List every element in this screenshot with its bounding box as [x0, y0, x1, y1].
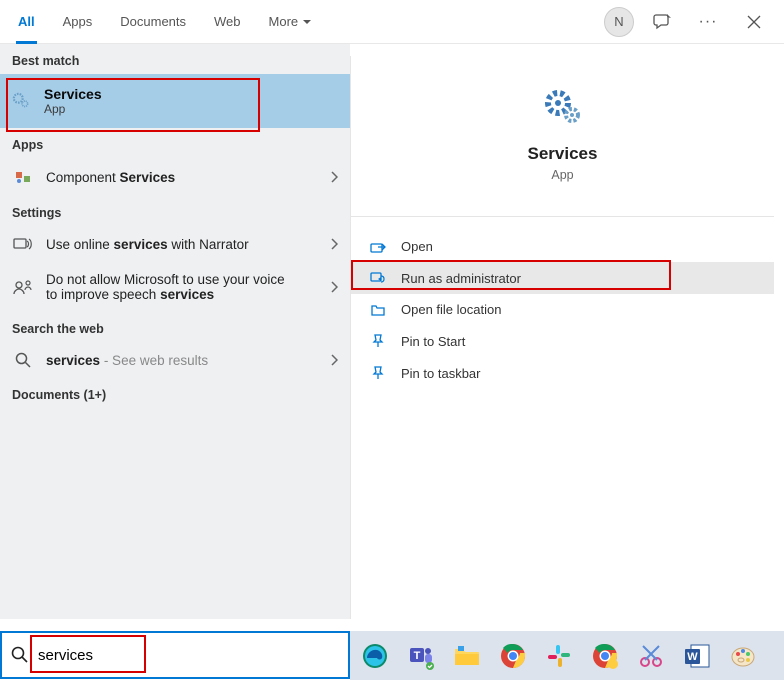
taskbar-slack-icon[interactable] — [540, 637, 578, 675]
action-label: Pin to taskbar — [401, 366, 481, 381]
open-icon — [369, 240, 387, 254]
gears-icon — [539, 84, 587, 132]
taskbar-chrome-canary-icon[interactable] — [586, 637, 624, 675]
chevron-right-icon — [330, 281, 338, 293]
result-web[interactable]: services - See web results — [0, 342, 350, 378]
narrator-icon — [12, 236, 34, 252]
search-box[interactable] — [0, 631, 350, 679]
taskbar-paint-icon[interactable] — [724, 637, 762, 675]
tab-more-label: More — [269, 14, 299, 29]
action-run-admin[interactable]: Run as administrator — [351, 262, 774, 294]
tab-documents[interactable]: Documents — [106, 0, 200, 44]
chevron-right-icon — [330, 354, 338, 366]
taskbar-word-icon[interactable]: W — [678, 637, 716, 675]
documents-label: Documents (1+) — [0, 378, 350, 408]
taskbar-teams-icon[interactable]: T — [402, 637, 440, 675]
tab-apps[interactable]: Apps — [49, 0, 107, 44]
search-web-label: Search the web — [0, 312, 350, 342]
action-open[interactable]: Open — [351, 231, 774, 262]
taskbar-explorer-icon[interactable] — [448, 637, 486, 675]
action-label: Run as administrator — [401, 271, 521, 286]
folder-icon — [369, 303, 387, 317]
result-text: Use online services with Narrator — [46, 237, 249, 252]
user-avatar[interactable]: N — [604, 7, 634, 37]
result-text: Do not allow Microsoft to use your voice… — [46, 272, 296, 302]
search-input[interactable] — [38, 633, 348, 677]
result-component-services[interactable]: Component Services — [0, 158, 350, 196]
taskbar-chrome-icon[interactable] — [494, 637, 532, 675]
best-match-label: Best match — [0, 44, 350, 74]
preview-hero: Services App — [351, 56, 774, 200]
action-label: Open — [401, 239, 433, 254]
main-area: Best match Services App Apps Component S… — [0, 44, 784, 619]
chevron-right-icon — [330, 238, 338, 250]
top-right-controls: N ··· — [604, 4, 780, 40]
admin-icon — [369, 270, 387, 286]
tab-web[interactable]: Web — [200, 0, 255, 44]
settings-label: Settings — [0, 196, 350, 226]
component-services-icon — [12, 168, 34, 186]
speech-icon — [12, 278, 34, 296]
pin-icon — [369, 365, 387, 381]
feedback-icon[interactable] — [644, 4, 680, 40]
bottom-bar: T W — [0, 631, 784, 680]
preview-subtitle: App — [361, 168, 764, 182]
more-options-icon[interactable]: ··· — [690, 4, 726, 40]
preview-panel: Services App Open Run as administrator O… — [350, 56, 774, 619]
result-text: services - See web results — [46, 353, 208, 368]
search-icon — [2, 646, 38, 664]
result-text: Component Services — [46, 170, 175, 185]
result-speech[interactable]: Do not allow Microsoft to use your voice… — [0, 262, 350, 312]
tab-all[interactable]: All — [4, 0, 49, 44]
chevron-right-icon — [330, 171, 338, 183]
search-icon — [12, 352, 34, 368]
svg-text:T: T — [414, 650, 421, 662]
best-match-text: Services App — [44, 86, 102, 116]
tab-more[interactable]: More — [255, 0, 327, 44]
action-label: Pin to Start — [401, 334, 465, 349]
svg-text:W: W — [687, 651, 698, 663]
dropdown-icon — [302, 17, 312, 27]
best-match-title: Services — [44, 86, 102, 102]
top-bar: All Apps Documents Web More N ··· — [0, 0, 784, 44]
taskbar-snip-icon[interactable] — [632, 637, 670, 675]
action-open-location[interactable]: Open file location — [351, 294, 774, 325]
result-narrator[interactable]: Use online services with Narrator — [0, 226, 350, 262]
filter-tabs: All Apps Documents Web More — [4, 0, 326, 44]
preview-title: Services — [361, 144, 764, 164]
close-icon[interactable] — [736, 4, 772, 40]
taskbar: T W — [350, 631, 784, 680]
gears-icon — [10, 90, 32, 112]
apps-label: Apps — [0, 128, 350, 158]
action-pin-start[interactable]: Pin to Start — [351, 325, 774, 357]
best-match-subtitle: App — [44, 102, 102, 116]
results-panel: Best match Services App Apps Component S… — [0, 44, 350, 619]
taskbar-edge-icon[interactable] — [356, 637, 394, 675]
pin-icon — [369, 333, 387, 349]
action-pin-taskbar[interactable]: Pin to taskbar — [351, 357, 774, 389]
best-match-result[interactable]: Services App — [0, 74, 350, 128]
action-label: Open file location — [401, 302, 501, 317]
